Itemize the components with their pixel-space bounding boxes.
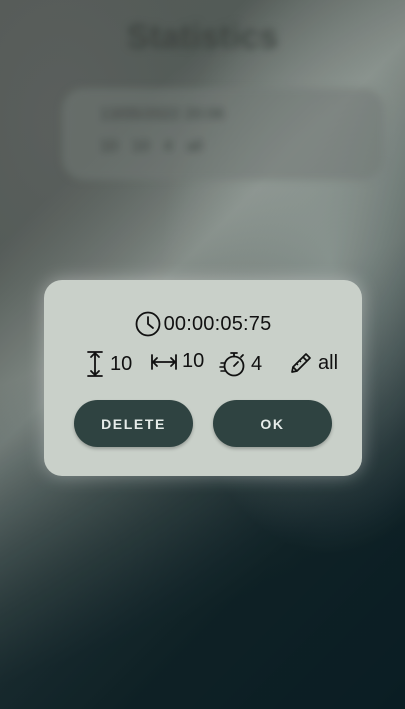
horizontal-size-icon [150, 351, 178, 373]
ok-button[interactable]: OK [213, 400, 332, 447]
delete-button[interactable]: DELETE [74, 400, 193, 447]
speed-value: 4 [251, 352, 263, 375]
pencil-icon [288, 350, 314, 376]
speed-stat: 4 [219, 350, 262, 378]
width-stat: 10 [150, 350, 204, 373]
tool-stat: all [288, 350, 338, 376]
height-stat: 10 [84, 350, 132, 378]
elapsed-time: 00:00:05:75 [163, 312, 272, 335]
stats-row: 10 10 4 all [84, 350, 342, 380]
width-value: 10 [182, 350, 205, 372]
height-value: 10 [110, 352, 133, 375]
time-row: 00:00:05:75 [44, 311, 362, 337]
result-dialog: 00:00:05:75 10 10 4 all DELETE OK [44, 280, 362, 476]
stopwatch-icon [219, 350, 247, 378]
vertical-size-icon [84, 350, 106, 378]
clock-icon [135, 311, 161, 337]
tool-value: all [318, 351, 339, 374]
